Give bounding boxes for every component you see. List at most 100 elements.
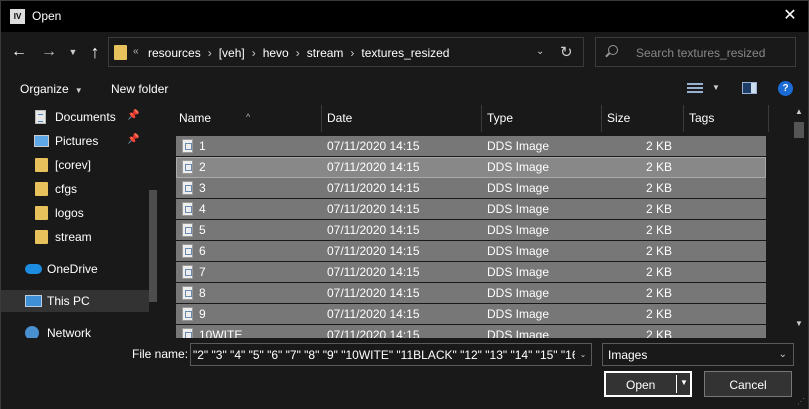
cancel-button[interactable]: Cancel [704, 371, 792, 397]
new-folder-button[interactable]: New folder [111, 82, 168, 96]
sidebar-item-cfgs[interactable]: cfgs [1, 178, 149, 200]
table-row[interactable]: 10WITE 07/11/2020 14:15 DDS Image 2 KB [176, 325, 766, 338]
table-row[interactable]: 8 07/11/2020 14:15 DDS Image 2 KB [176, 283, 766, 304]
window-title: Open [32, 9, 62, 23]
address-dropdown-icon[interactable]: ⌄ [536, 46, 544, 57]
file-name-cell: 3 [199, 181, 206, 195]
sidebar-scrollbar[interactable] [149, 105, 157, 338]
search-placeholder: Search textures_resized [636, 46, 766, 60]
pin-icon: 📌 [127, 110, 140, 121]
sidebar-item-logos[interactable]: logos [1, 202, 149, 224]
sidebar-item-documents[interactable]: Documents 📌 [1, 106, 149, 128]
navigation-bar: ← → ▼ ↑ « resources › [veh] › hevo › str… [1, 32, 808, 72]
help-icon[interactable]: ? [778, 81, 793, 96]
file-name-value: "2" "3" "4" "5" "6" "7" "8" "9" "10WITE"… [193, 348, 583, 362]
chevron-right-icon[interactable]: › [296, 46, 300, 60]
column-size[interactable]: Size [602, 105, 684, 132]
file-list-scrollbar[interactable]: ▲ ▼ [791, 105, 808, 338]
search-box[interactable]: Search textures_resized [595, 37, 796, 67]
scroll-up-icon[interactable]: ▲ [795, 107, 803, 116]
pin-icon: 📌 [127, 134, 140, 145]
open-options-chevron-icon[interactable]: ▼ [680, 378, 688, 387]
sidebar-item-label: logos [55, 206, 84, 220]
view-options-icon[interactable] [687, 82, 703, 94]
column-tags[interactable]: Tags [684, 105, 769, 132]
sidebar-item-corev[interactable]: [corev] [1, 154, 149, 176]
sidebar-item-label: Pictures [55, 134, 99, 148]
file-type-select[interactable]: Images ⌄ [602, 343, 794, 366]
sidebar-item-pictures[interactable]: Pictures 📌 [1, 130, 149, 152]
file-date-cell: 07/11/2020 14:15 [327, 223, 420, 237]
table-row[interactable]: 6 07/11/2020 14:15 DDS Image 2 KB [176, 241, 766, 262]
recent-locations-chevron-icon[interactable]: ▼ [67, 41, 79, 63]
sidebar-scroll-thumb[interactable] [149, 190, 157, 302]
file-list-scroll-thumb[interactable] [794, 122, 804, 138]
table-row[interactable]: 5 07/11/2020 14:15 DDS Image 2 KB [176, 220, 766, 241]
back-arrow-icon[interactable]: ← [9, 41, 29, 63]
sidebar-item-onedrive[interactable]: OneDrive [1, 258, 149, 280]
file-name-cell: 10WITE [199, 328, 243, 338]
file-date-cell: 07/11/2020 14:15 [327, 160, 420, 174]
crumb-veh[interactable]: [veh] [219, 46, 245, 60]
open-button[interactable]: Open ▼ [604, 371, 692, 397]
column-type[interactable]: Type [482, 105, 602, 132]
folder-icon [35, 158, 48, 172]
up-arrow-icon[interactable]: ↑ [85, 41, 105, 63]
crumb-textures-resized[interactable]: textures_resized [361, 46, 449, 60]
crumb-stream[interactable]: stream [307, 46, 344, 60]
open-dialog: IV Open ✕ ← → ▼ ↑ « resources › [veh] › … [0, 0, 809, 409]
overflow-chevron-icon[interactable]: « [133, 46, 139, 57]
forward-arrow-icon[interactable]: → [39, 41, 59, 63]
sidebar-item-this-pc[interactable]: This PC [1, 290, 149, 312]
table-row[interactable]: 1 07/11/2020 14:15 DDS Image 2 KB [176, 136, 766, 157]
resize-grip-icon[interactable]: ⋰ [797, 397, 805, 406]
table-row[interactable]: 3 07/11/2020 14:15 DDS Image 2 KB [176, 178, 766, 199]
crumb-hevo[interactable]: hevo [263, 46, 289, 60]
column-date[interactable]: Date [322, 105, 482, 132]
table-row[interactable]: 9 07/11/2020 14:15 DDS Image 2 KB [176, 304, 766, 325]
file-name-cell: 7 [199, 265, 206, 279]
sidebar-item-stream[interactable]: stream [1, 226, 149, 248]
file-type-cell: DDS Image [487, 328, 550, 338]
crumb-resources[interactable]: resources [148, 46, 201, 60]
file-name-dropdown-icon[interactable]: ⌄ [575, 344, 591, 365]
file-name-cell: 9 [199, 307, 206, 321]
file-size-cell: 2 KB [645, 139, 672, 153]
table-row[interactable]: 7 07/11/2020 14:15 DDS Image 2 KB [176, 262, 766, 283]
file-size-cell: 2 KB [645, 223, 672, 237]
chevron-down-icon: ⌄ [778, 349, 787, 360]
close-button[interactable]: ✕ [778, 5, 802, 27]
sidebar-item-label: cfgs [55, 182, 78, 196]
scroll-down-icon[interactable]: ▼ [795, 319, 803, 328]
navigation-pane: Documents 📌 Pictures 📌 [corev] cfgs logo… [1, 105, 159, 338]
refresh-icon[interactable]: ↻ [560, 43, 573, 61]
documents-icon [35, 110, 46, 124]
sidebar-item-label: stream [55, 230, 92, 244]
table-row[interactable]: 2 07/11/2020 14:15 DDS Image 2 KB [176, 157, 766, 178]
search-icon [608, 45, 618, 55]
file-list: ^ Name Date Type Size Tags 1 07/11/2020 1… [169, 105, 790, 338]
file-date-cell: 07/11/2020 14:15 [327, 265, 420, 279]
chevron-right-icon[interactable]: › [252, 46, 256, 60]
view-dropdown-icon[interactable]: ▼ [712, 83, 720, 92]
organize-button[interactable]: Organize ▼ [20, 82, 83, 96]
preview-pane-icon[interactable] [742, 82, 757, 94]
sidebar-item-network[interactable]: Network [1, 322, 149, 338]
command-bar: Organize ▼ New folder ▼ ? [1, 72, 808, 105]
table-row[interactable]: 4 07/11/2020 14:15 DDS Image 2 KB [176, 199, 766, 220]
chevron-right-icon[interactable]: › [208, 46, 212, 60]
file-type-cell: DDS Image [487, 265, 550, 279]
dds-file-icon [182, 223, 193, 237]
cancel-button-label: Cancel [729, 378, 767, 392]
sort-ascending-icon: ^ [246, 112, 251, 122]
column-name[interactable]: ^ Name [174, 105, 322, 132]
onedrive-icon [25, 264, 42, 274]
file-name-input[interactable]: "2" "3" "4" "5" "6" "7" "8" "9" "10WITE"… [190, 343, 592, 366]
file-type-cell: DDS Image [487, 223, 550, 237]
file-date-cell: 07/11/2020 14:15 [327, 244, 420, 258]
split-divider [676, 375, 677, 393]
file-size-cell: 2 KB [645, 181, 672, 195]
sidebar-item-label: OneDrive [47, 262, 98, 276]
chevron-right-icon[interactable]: › [350, 46, 354, 60]
address-bar[interactable]: « resources › [veh] › hevo › stream › te… [108, 37, 584, 67]
